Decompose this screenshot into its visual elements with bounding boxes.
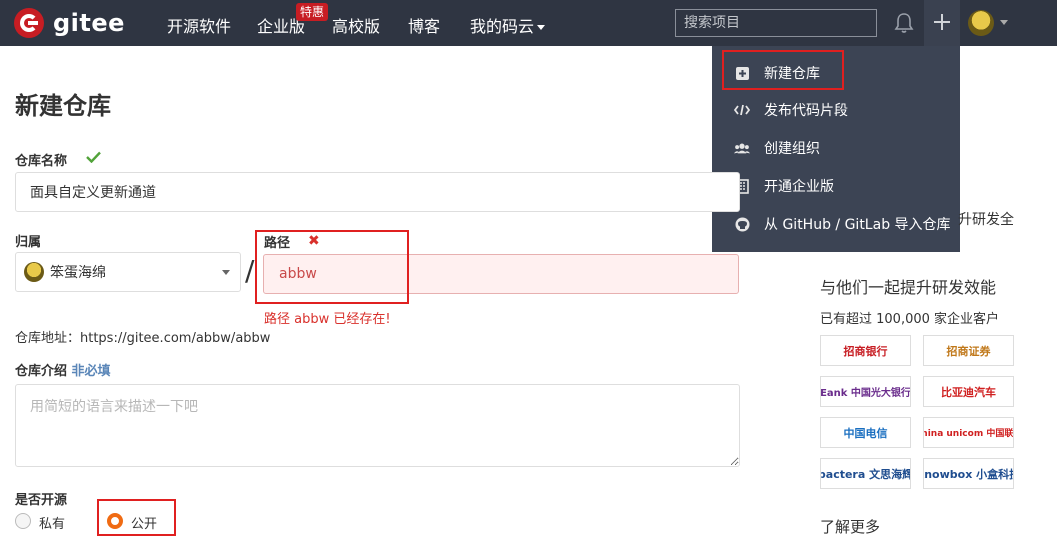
logo-text: knowbox 小盒科技 — [924, 467, 1013, 481]
highlight-box-public — [97, 499, 176, 536]
check-icon — [86, 151, 101, 163]
user-avatar[interactable] — [968, 10, 994, 36]
logo-text: 中国电信 — [843, 426, 888, 440]
logo-text: Eank 中国光大银行 — [820, 388, 911, 399]
sidebar-truncated-text: 升研发全 — [958, 212, 1014, 228]
menu-item-import[interactable]: 从 GitHub / GitLab 导入仓库 — [712, 206, 960, 242]
top-navbar: gitee 开源软件 企业版 特惠 高校版 博客 我的码云 — [0, 0, 1057, 46]
owner-select[interactable]: 笨蛋海绵 — [15, 252, 241, 292]
description-label-text: 仓库介绍 — [15, 364, 68, 379]
repo-name-value: 面具自定义更新通道 — [30, 185, 156, 201]
customer-logo-pactera: pactera 文思海辉 — [820, 458, 911, 489]
users-icon — [734, 140, 750, 156]
customer-logo-cms: 招商证券 — [923, 335, 1014, 366]
page-title: 新建仓库 — [15, 92, 111, 120]
code-icon — [734, 102, 750, 118]
gitee-logo-icon — [14, 8, 44, 38]
menu-item-snippet[interactable]: 发布代码片段 — [712, 92, 960, 128]
highlight-box-new-repo — [722, 50, 844, 90]
highlight-box-path — [255, 230, 409, 304]
repo-address: 仓库地址：https://gitee.com/abbw/abbw — [15, 331, 271, 346]
learn-more-link[interactable]: 了解更多 — [820, 516, 880, 537]
customer-logo-ceb: Eank 中国光大银行 — [820, 376, 911, 407]
menu-item-label: 创建组织 — [764, 141, 820, 157]
owner-value: 笨蛋海绵 — [50, 265, 106, 281]
plus-icon — [934, 14, 950, 30]
nav-my-gitee-label: 我的码云 — [470, 17, 535, 36]
nav-blog[interactable]: 博客 — [408, 13, 440, 37]
private-radio[interactable] — [15, 513, 31, 529]
logo-text: 招商银行 — [843, 344, 888, 358]
customer-logo-telecom: 中国电信 — [820, 417, 911, 448]
search-input[interactable] — [675, 9, 877, 37]
logo-text: pactera 文思海辉 — [820, 467, 911, 481]
description-label: 仓库介绍 非必填 — [15, 360, 111, 379]
gitee-logo[interactable]: gitee — [14, 8, 125, 38]
customer-logo-byd: 比亚迪汽车 — [923, 376, 1014, 407]
chevron-down-icon — [537, 25, 546, 30]
logo-text: 比亚迪汽车 — [941, 385, 996, 399]
create-menu-button[interactable] — [924, 0, 960, 46]
optional-tag: 非必填 — [71, 364, 111, 379]
menu-item-enterprise[interactable]: 开通企业版 — [712, 168, 960, 204]
customer-logo-cmb: 招商银行 — [820, 335, 911, 366]
github-icon — [734, 216, 750, 232]
sidebar-heading: 与他们一起提升研发效能 — [820, 278, 997, 297]
nav-my-gitee[interactable]: 我的码云 — [470, 13, 546, 37]
open-source-label: 是否开源 — [15, 493, 68, 508]
nav-education[interactable]: 高校版 — [332, 13, 380, 37]
path-separator: / — [245, 254, 255, 287]
owner-avatar — [24, 262, 44, 282]
logo-text: gitee — [53, 9, 125, 37]
logo-text: 招商证券 — [946, 344, 991, 358]
private-radio-label[interactable]: 私有 — [39, 513, 65, 532]
customer-logo-unicom: China unicom 中国联通 — [923, 417, 1014, 448]
path-error-message: 路径 abbw 已经存在! — [264, 312, 391, 327]
promo-badge: 特惠 — [296, 3, 329, 21]
menu-item-label: 发布代码片段 — [764, 103, 848, 119]
repo-name-input[interactable]: 面具自定义更新通道 — [15, 172, 740, 212]
owner-label: 归属 — [15, 235, 42, 250]
nav-open-source[interactable]: 开源软件 — [167, 13, 231, 37]
logo-text: China unicom 中国联通 — [924, 429, 1014, 439]
customer-logo-knowbox: knowbox 小盒科技 — [923, 458, 1014, 489]
bell-icon[interactable] — [894, 12, 914, 34]
repo-name-label: 仓库名称 — [15, 154, 68, 169]
avatar-chevron-down-icon[interactable] — [1000, 20, 1008, 25]
menu-item-label: 从 GitHub / GitLab 导入仓库 — [764, 217, 951, 233]
sidebar-subtext: 已有超过 100,000 家企业客户 — [820, 312, 1000, 327]
chevron-down-icon — [222, 270, 230, 275]
menu-item-label: 开通企业版 — [764, 179, 834, 195]
description-textarea[interactable] — [15, 384, 740, 467]
menu-item-org[interactable]: 创建组织 — [712, 130, 960, 166]
